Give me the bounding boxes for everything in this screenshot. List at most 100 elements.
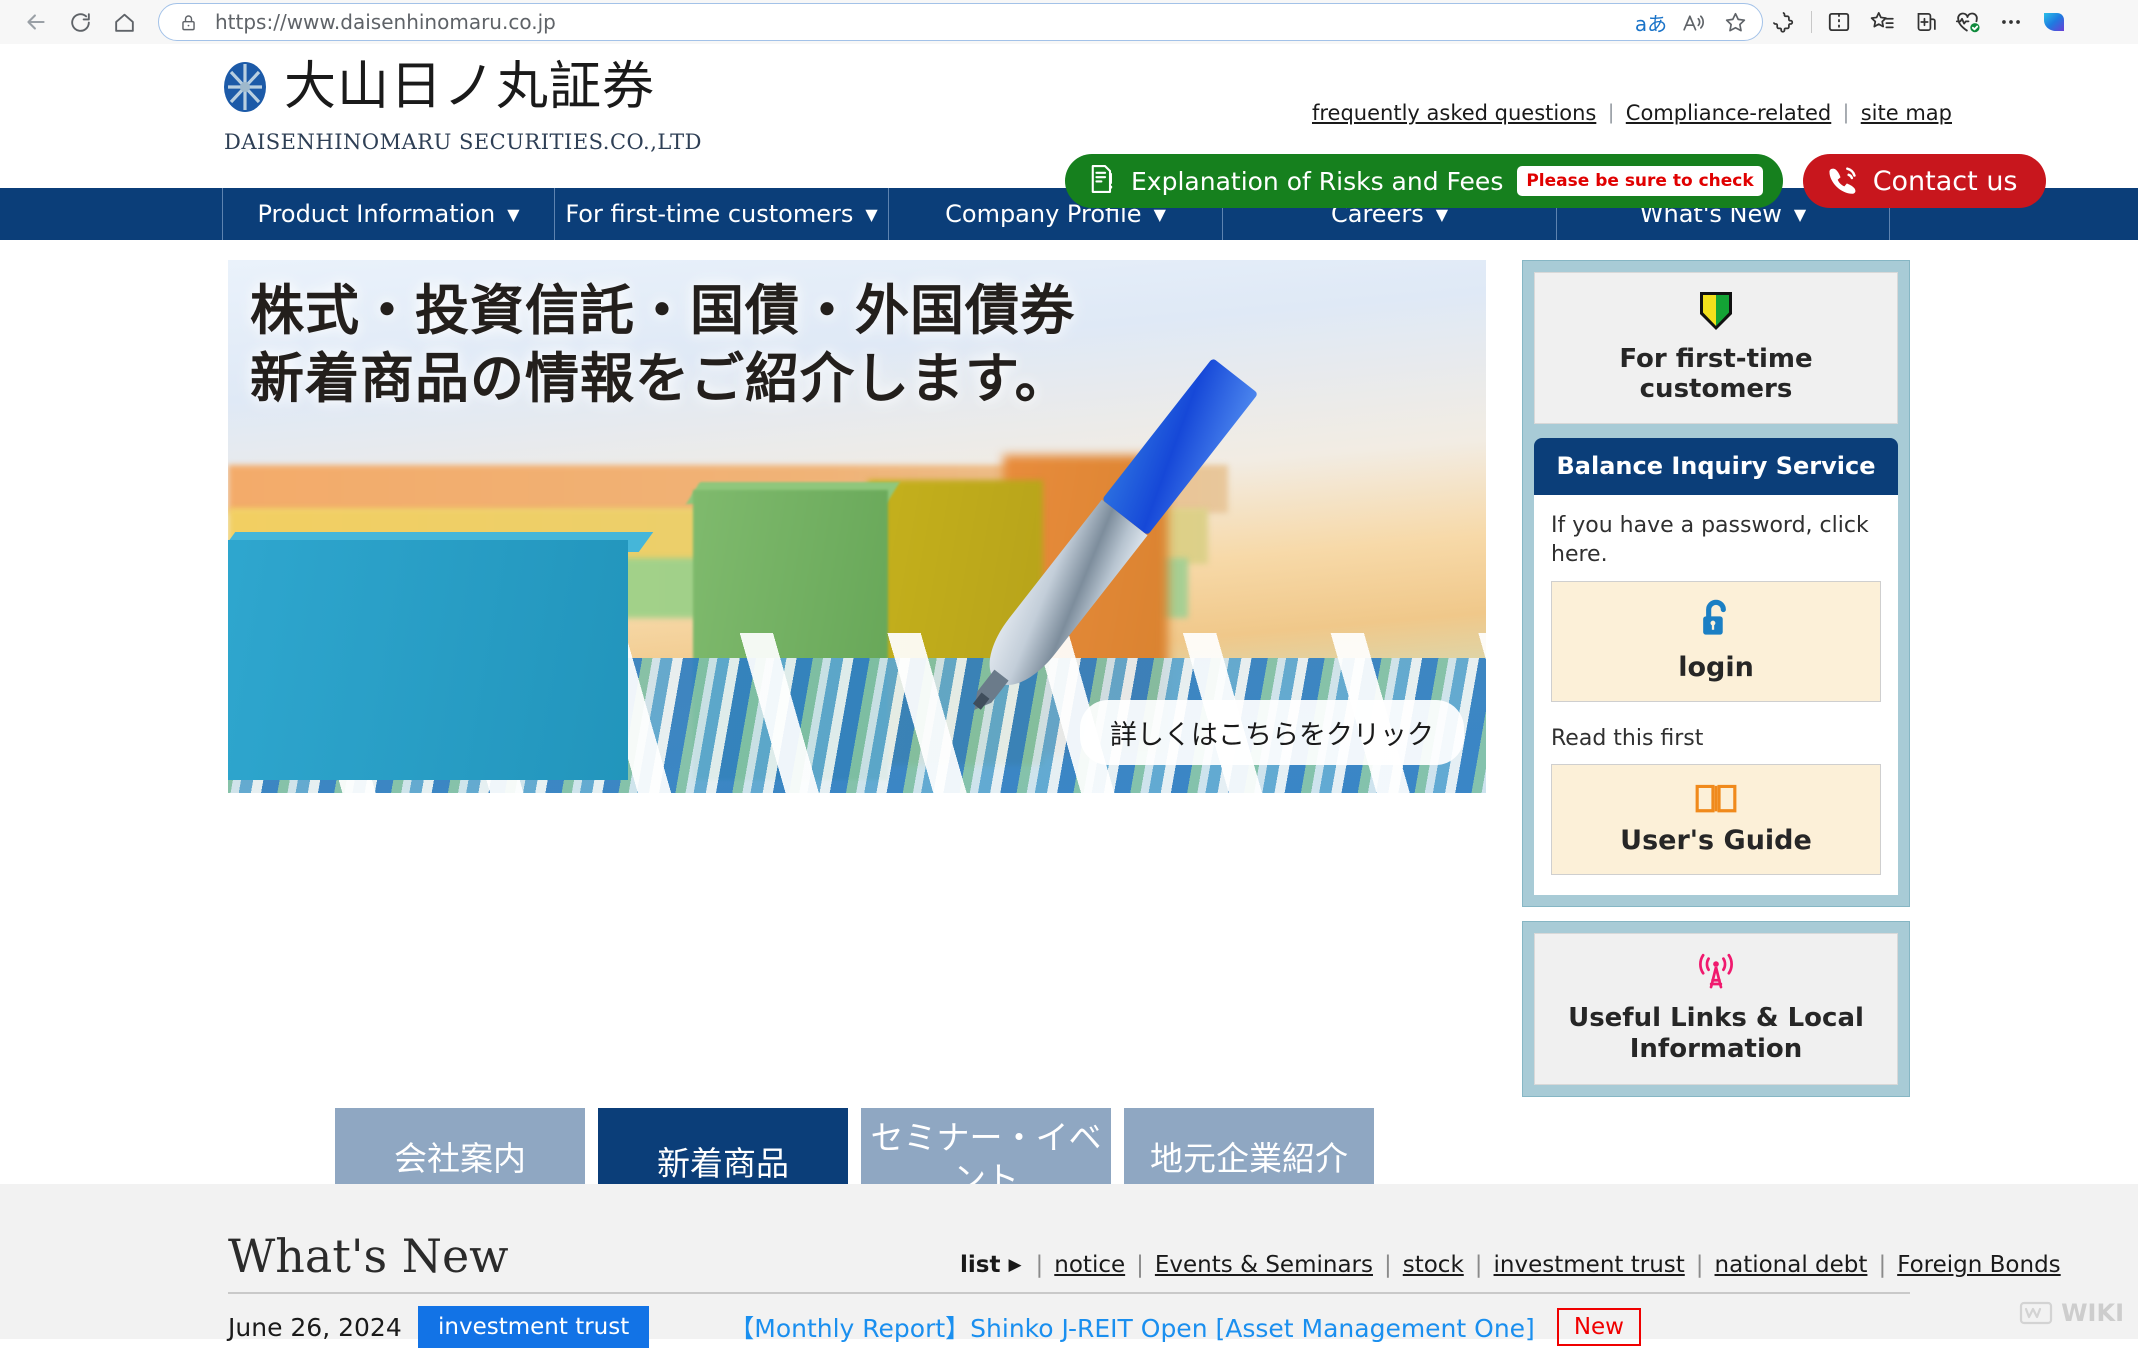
hero-cta-button[interactable]: 詳しくはこちらをクリック xyxy=(1080,700,1464,765)
filter-divider: | xyxy=(1383,1252,1392,1278)
chevron-down-icon: ▼ xyxy=(507,204,520,224)
company-name-japanese: 大山日ノ丸証券 xyxy=(284,57,656,117)
hero-banner[interactable]: 株式・投資信託・国債・外国債券 新着商品の情報をご紹介します。 詳しくはこちらを… xyxy=(228,260,1486,793)
sidebar-first-time-customers-card[interactable]: For first-time customers xyxy=(1534,272,1898,424)
watermark: WIKI xyxy=(2019,1299,2124,1327)
useful-links-label-line-1: Useful Links & Local xyxy=(1568,1002,1864,1033)
explanation-of-risks-button[interactable]: Explanation of Risks and Fees Please be … xyxy=(1065,154,1783,208)
link-faq[interactable]: frequently asked questions xyxy=(1312,101,1596,125)
users-guide-button-label: User's Guide xyxy=(1620,824,1812,856)
hero-headline-line-2: 新着商品の情報をご紹介します。 xyxy=(250,346,1070,411)
translate-label: aあ xyxy=(1634,11,1668,36)
split-screen-icon[interactable] xyxy=(1817,0,1860,44)
whats-new-filter-links: list ▶ | notice | Events & Seminars | st… xyxy=(960,1252,2061,1278)
contact-button-label: Contact us xyxy=(1872,165,2018,197)
whats-new-title: What's New xyxy=(228,1229,509,1283)
reload-icon xyxy=(70,12,90,32)
nav-item-product-information[interactable]: Product Information ▼ xyxy=(222,188,554,240)
useful-links-label: Useful Links & Local Information xyxy=(1545,1003,1887,1066)
star-outline-icon[interactable] xyxy=(1714,4,1756,40)
web-page: 大山日ノ丸証券 DAISENHINOMARU SECURITIES.CO.,LT… xyxy=(0,44,2138,1348)
document-alert-icon xyxy=(1087,163,1117,200)
header-cta-group: Explanation of Risks and Fees Please be … xyxy=(1065,154,2046,208)
watermark-icon xyxy=(2019,1301,2053,1325)
site-logo-block[interactable]: 大山日ノ丸証券 DAISENHINOMARU SECURITIES.CO.,LT… xyxy=(222,60,702,154)
open-book-icon xyxy=(1694,784,1738,819)
translate-icon[interactable]: aあ xyxy=(1630,4,1672,40)
balance-inquiry-card: Balance Inquiry Service If you have a pa… xyxy=(1534,438,1898,895)
filter-divider: | xyxy=(1136,1252,1144,1278)
hero-headline-line-1: 株式・投資信託・国債・外国債券 xyxy=(250,278,1075,342)
read-aloud-icon[interactable] xyxy=(1672,4,1714,40)
hero-block-cyan xyxy=(228,540,628,780)
browser-essentials-heart-icon[interactable] xyxy=(1946,0,1989,44)
news-category-badge[interactable]: investment trust xyxy=(418,1306,650,1348)
nav-left-spacer xyxy=(0,188,222,240)
filter-notice[interactable]: notice xyxy=(1054,1252,1125,1278)
collections-star-icon[interactable] xyxy=(1860,0,1903,44)
filter-foreign-bonds[interactable]: Foreign Bonds xyxy=(1897,1252,2060,1278)
link-divider: | xyxy=(1843,101,1849,124)
filter-stock[interactable]: stock xyxy=(1403,1252,1464,1278)
news-headline-link[interactable]: 【Monthly Report】Shinko J-REIT Open [Asse… xyxy=(729,1309,1535,1345)
back-arrow-icon xyxy=(27,14,45,30)
read-this-first-note: Read this first xyxy=(1551,725,1704,751)
whats-new-section: What's New list ▶ | notice | Events & Se… xyxy=(0,1184,2138,1348)
filter-divider: | xyxy=(1035,1252,1044,1278)
browser-toolbar: https://www.daisenhinomaru.co.jp aあ xyxy=(0,0,2138,44)
more-options-icon[interactable] xyxy=(1989,0,2032,44)
address-bar[interactable]: https://www.daisenhinomaru.co.jp aあ xyxy=(158,3,1763,41)
beginner-driver-leaf-mark-icon xyxy=(1545,290,1887,337)
site-header: 大山日ノ丸証券 DAISENHINOMARU SECURITIES.CO.,LT… xyxy=(0,44,2138,208)
copilot-icon[interactable] xyxy=(2032,0,2075,44)
phone-ringing-icon xyxy=(1827,164,1859,199)
add-to-collection-icon[interactable] xyxy=(1903,0,1946,44)
back-button[interactable] xyxy=(14,0,58,44)
filter-investment-trust[interactable]: investment trust xyxy=(1494,1252,1685,1278)
home-icon xyxy=(114,13,134,32)
browser-actions xyxy=(1763,0,2075,44)
link-compliance[interactable]: Compliance-related xyxy=(1626,101,1831,125)
watermark-text: WIKI xyxy=(2061,1299,2124,1327)
url-text: https://www.daisenhinomaru.co.jp xyxy=(215,10,556,34)
hero-headline: 株式・投資信託・国債・外国債券 新着商品の情報をご紹介します。 xyxy=(250,276,1075,412)
page-content: 株式・投資信託・国債・外国債券 新着商品の情報をご紹介します。 詳しくはこちらを… xyxy=(0,240,2138,1220)
filter-national-debt[interactable]: national debt xyxy=(1715,1252,1868,1278)
sidebar-first-time-label: For first-time customers xyxy=(1619,344,1813,404)
broadcast-tower-icon xyxy=(1545,950,1887,997)
users-guide-button[interactable]: User's Guide xyxy=(1551,763,1881,875)
useful-links-card[interactable]: Useful Links & Local Information xyxy=(1534,932,1898,1086)
link-site-map[interactable]: site map xyxy=(1861,101,1952,125)
lock-icon xyxy=(175,9,201,35)
link-divider: | xyxy=(1608,101,1614,124)
utility-links: frequently asked questions | Compliance-… xyxy=(1312,101,1952,125)
nav-item-for-first-time-customers[interactable]: For first-time customers ▼ xyxy=(554,188,888,240)
daisen-wheel-logo-icon xyxy=(222,60,268,114)
company-name-english: DAISENHINOMARU SECURITIES.CO.,LTD xyxy=(224,130,702,154)
chevron-down-icon: ▼ xyxy=(865,204,878,224)
reload-button[interactable] xyxy=(58,0,102,44)
balance-inquiry-header: Balance Inquiry Service xyxy=(1534,438,1898,495)
risks-button-label: Explanation of Risks and Fees xyxy=(1131,166,1504,196)
useful-links-label-line-2: Information xyxy=(1629,1034,1803,1065)
nav-label: Product Information xyxy=(257,200,496,228)
contact-us-button[interactable]: Contact us xyxy=(1802,154,2046,208)
filter-list-label: list xyxy=(960,1252,1001,1278)
nav-label: For first-time customers xyxy=(565,200,854,228)
news-list-item: June 26, 2024 investment trust 【Monthly … xyxy=(228,1306,1910,1348)
balance-inquiry-body: If you have a password, click here. logi… xyxy=(1534,495,1898,895)
login-button[interactable]: login xyxy=(1551,580,1881,702)
toolbar-divider xyxy=(1811,11,1812,33)
filter-divider: | xyxy=(1695,1252,1704,1278)
filter-divider: | xyxy=(1878,1252,1887,1278)
risks-button-pill: Please be sure to check xyxy=(1517,166,1763,196)
extensions-puzzle-icon[interactable] xyxy=(1763,0,1806,44)
password-note: If you have a password, click here. xyxy=(1551,513,1869,568)
triangle-right-icon: ▶ xyxy=(1008,1255,1022,1275)
open-padlock-icon xyxy=(1697,599,1735,646)
news-date: June 26, 2024 xyxy=(228,1312,402,1342)
home-button[interactable] xyxy=(102,0,146,44)
sidebar-primary-panel: For first-time customers Balance Inquiry… xyxy=(1522,260,1910,907)
filter-events-seminars[interactable]: Events & Seminars xyxy=(1155,1252,1373,1278)
login-button-label: login xyxy=(1678,651,1754,683)
